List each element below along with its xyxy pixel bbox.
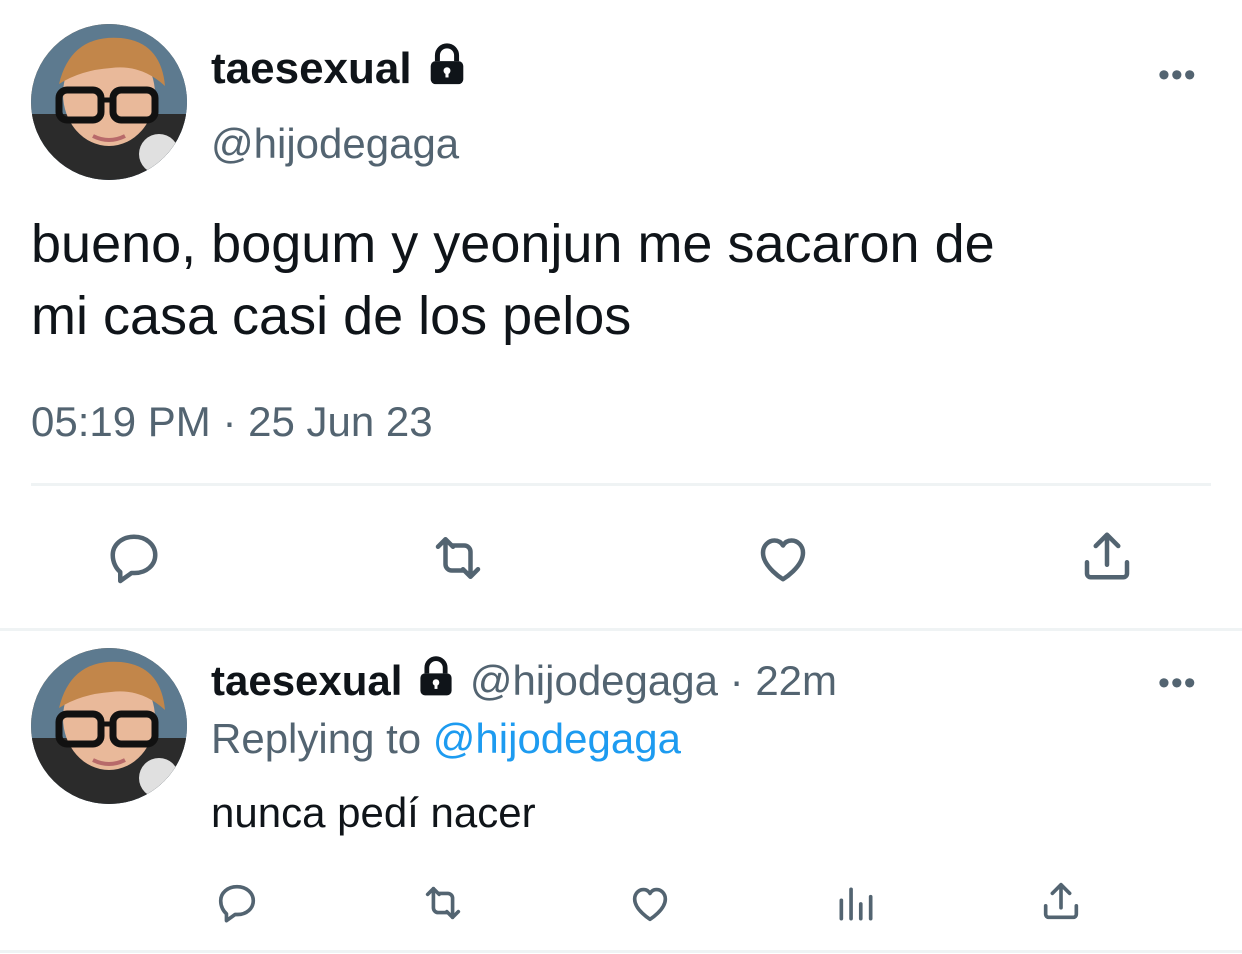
reply-button[interactable] <box>104 528 164 588</box>
reply-text: nunca pedí nacer <box>211 789 536 836</box>
more-options-icon[interactable]: ••• <box>1158 666 1197 700</box>
reply-button[interactable] <box>214 880 260 926</box>
section-divider <box>0 628 1242 631</box>
reply-icon <box>218 884 256 923</box>
share-icon <box>1084 532 1130 580</box>
share-icon <box>1043 882 1079 920</box>
display-name[interactable]: taesexual <box>211 657 402 704</box>
lock-icon <box>424 42 470 101</box>
separator: · <box>222 398 237 445</box>
views-button[interactable] <box>834 882 878 926</box>
handle[interactable]: @hijodegaga <box>470 657 718 704</box>
like-button[interactable] <box>626 880 674 926</box>
lock-icon <box>414 655 458 712</box>
avatar[interactable] <box>31 24 187 180</box>
tweet-date: 25 Jun 23 <box>248 398 433 445</box>
replying-to-label: Replying to <box>211 715 422 762</box>
retweet-icon <box>425 886 461 920</box>
tweet-text: bueno, bogum y yeonjun me sacaron de mi … <box>31 208 1211 352</box>
tweet-text-line: bueno, bogum y yeonjun me sacaron de <box>31 214 995 274</box>
handle[interactable]: @hijodegaga <box>211 118 459 170</box>
like-icon <box>632 887 668 922</box>
avatar[interactable] <box>31 648 187 804</box>
views-icon <box>839 887 873 921</box>
tweet-age[interactable]: 22m <box>755 657 837 704</box>
like-button[interactable] <box>752 528 814 588</box>
retweet-button[interactable] <box>416 880 470 926</box>
replying-to-handle[interactable]: @hijodegaga <box>433 715 681 762</box>
reply-icon <box>110 534 158 584</box>
share-button[interactable] <box>1038 878 1084 924</box>
replying-to: Replying to @hijodegaga <box>211 712 681 766</box>
tweet-text-line: mi casa casi de los pelos <box>31 286 632 346</box>
tweet-timestamp[interactable]: 05:19 PM · 25 Jun 23 <box>31 396 433 448</box>
more-options-icon[interactable]: ••• <box>1158 58 1197 92</box>
like-icon <box>760 538 806 582</box>
tweet-time: 05:19 PM <box>31 398 211 445</box>
retweet-icon <box>435 537 481 579</box>
share-button[interactable] <box>1076 526 1138 586</box>
separator: · <box>729 657 744 704</box>
reply-header: taesexual @hijodegaga · 22m <box>211 654 837 712</box>
retweet-button[interactable] <box>424 528 492 588</box>
bottom-divider <box>0 950 1242 953</box>
divider <box>31 483 1211 486</box>
display-name[interactable]: taesexual <box>211 42 470 101</box>
